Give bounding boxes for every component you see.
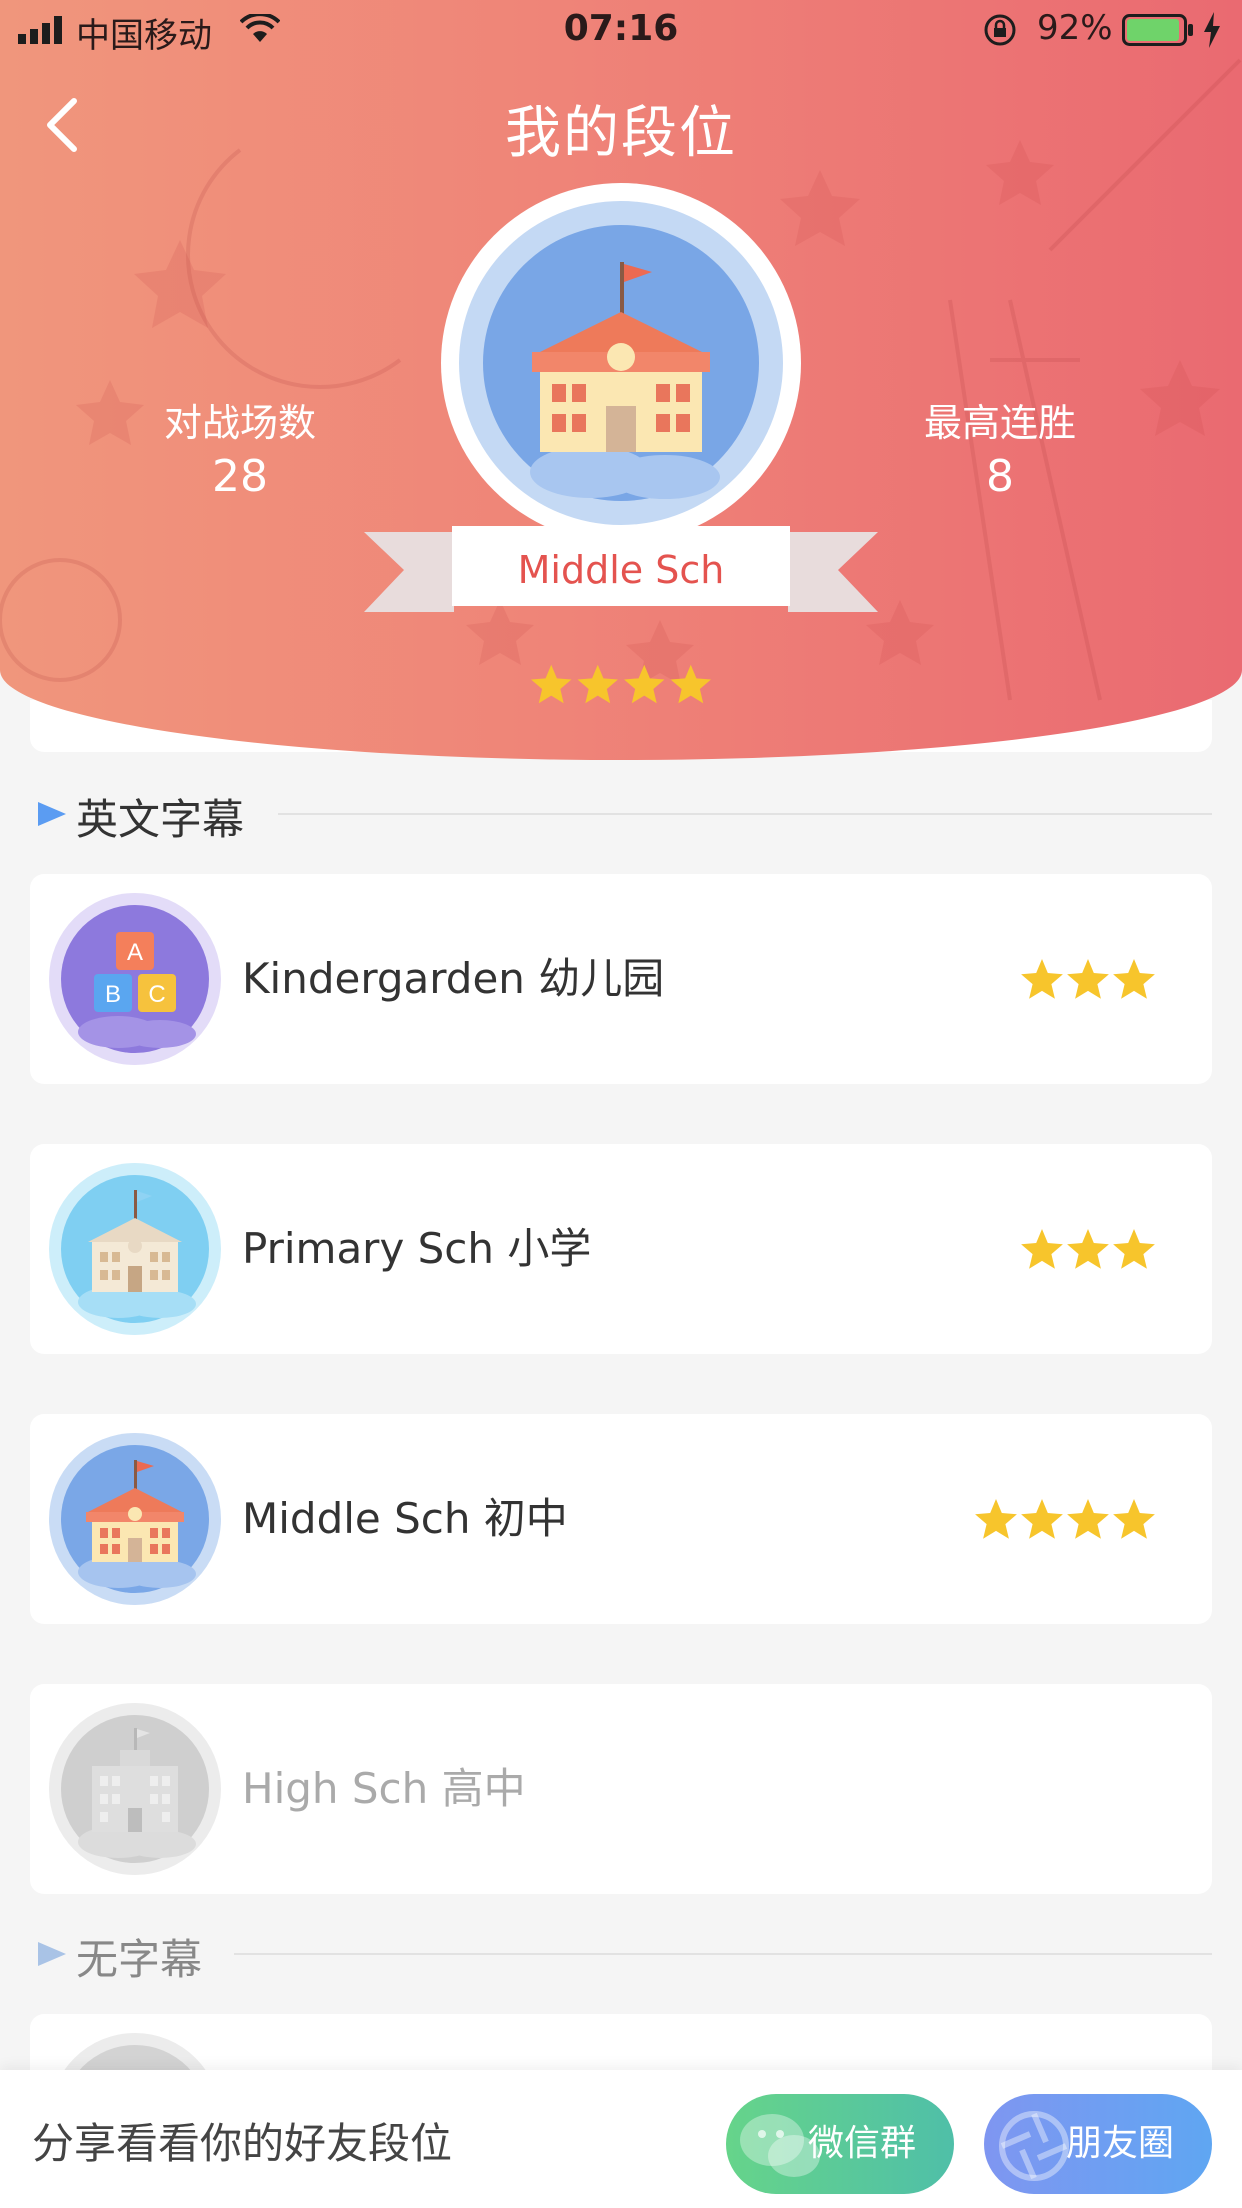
star-icon [1021,959,1063,999]
star-icon [1113,1499,1155,1539]
battery-icon [1122,14,1193,46]
level-label: Primary Sch 小学 [242,1224,592,1273]
star-icon [1113,959,1155,999]
page-title: 我的段位 [505,101,737,166]
star-icon [577,664,618,704]
star-icon [624,664,665,704]
section-header-no-subtitles: 无字幕 [36,1922,1212,1984]
svg-text:B: B [105,981,121,1008]
battles-value: 28 [212,451,268,502]
star-icon [670,664,711,704]
section-title: 无字幕 [76,1935,203,1984]
win-streak-value: 8 [986,451,1014,502]
small-school-icon [49,1163,221,1335]
share-wechat-group-button[interactable]: 微信群 [726,2094,954,2194]
rotation-lock-icon [984,14,1016,46]
battles-label: 对战场数 [163,401,316,445]
star-icon [1067,1229,1109,1269]
moments-label: 朋友圈 [1066,2123,1175,2164]
star-icon [1021,1229,1063,1269]
section-triangle-icon [38,802,66,826]
svg-text:A: A [127,939,143,966]
abc-blocks-icon: A B C [49,893,221,1065]
star-icon [531,664,572,704]
level-card-kindergarden[interactable]: A B C Kindergarden 幼儿园 [30,874,1212,1084]
section-divider [234,1953,1212,1955]
star-icon [1067,959,1109,999]
win-streak-label: 最高连胜 [923,401,1076,445]
school-flag-icon [441,183,801,543]
star-icon [1067,1499,1109,1539]
battery-percentage: 92% [1037,8,1113,48]
school-flag-icon [49,1433,221,1605]
star-icon [975,1499,1017,1539]
star-icon [1113,1229,1155,1269]
share-moments-button[interactable]: 朋友圈 [984,2094,1212,2194]
star-icon [1021,1499,1063,1539]
section-triangle-icon [38,1942,66,1966]
section-title: 英文字幕 [76,795,245,844]
profile-header: 中国移动 07:16 92% 我的段位 对战场数 28 最高连胜 8 Middl… [0,0,1242,760]
high-school-icon [49,1703,221,1875]
level-stars [1021,1229,1155,1269]
level-card-high-school[interactable]: High Sch 高中 [30,1684,1212,1894]
win-streak-stat: 最高连胜 8 [870,392,1130,502]
battles-stat: 对战场数 28 [110,392,370,502]
wechat-group-label: 微信群 [808,2123,917,2164]
level-label: Kindergarden 幼儿园 [242,954,665,1003]
level-stars [975,1499,1155,1539]
section-divider [278,813,1212,815]
share-bar: 分享看看你的好友段位 微信群 朋友圈 [0,2070,1242,2208]
level-label: Middle Sch 初中 [242,1494,568,1543]
level-label: High Sch 高中 [242,1764,526,1813]
level-stars [1021,959,1155,999]
current-rank-stars [531,664,711,704]
charging-bolt-icon [1204,12,1220,48]
status-bar: 中国移动 07:16 92% [0,0,1242,60]
current-rank-name: Middle Sch [517,548,725,592]
level-card-middle-school[interactable]: Middle Sch 初中 [30,1414,1212,1624]
level-card-primary-school[interactable]: Primary Sch 小学 [30,1144,1212,1354]
share-prompt: 分享看看你的好友段位 [32,2119,453,2168]
section-header-english-subtitles: 英文字幕 [36,782,1212,844]
svg-text:C: C [148,981,165,1008]
